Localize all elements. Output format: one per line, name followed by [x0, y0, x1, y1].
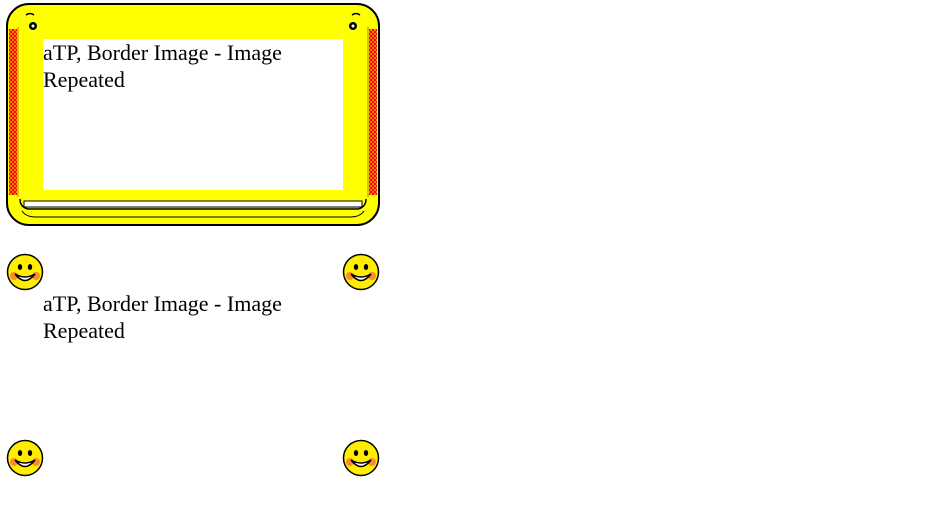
smiley-face-icon — [342, 253, 380, 291]
smiley-face-icon — [6, 439, 44, 477]
border-image-smiley-box: aTP, Border Image - Image Repeated — [6, 253, 380, 477]
smiley-face-icon — [6, 253, 44, 291]
frame-box-text: aTP, Border Image - Image Repeated — [43, 39, 343, 190]
smiley-face-icon — [342, 439, 380, 477]
border-image-frame-box: aTP, Border Image - Image Repeated — [6, 3, 380, 226]
smiley-box-text: aTP, Border Image - Image Repeated — [43, 291, 282, 343]
